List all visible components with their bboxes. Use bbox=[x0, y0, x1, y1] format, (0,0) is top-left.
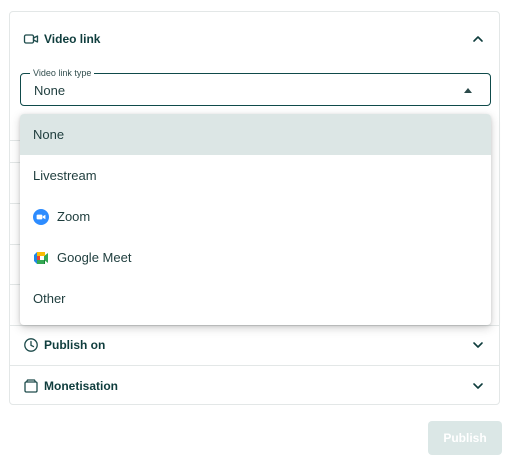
video-link-type-menu: None Livestream Zoom Google Meet Other bbox=[20, 114, 491, 325]
option-label: Zoom bbox=[57, 209, 91, 224]
option-livestream[interactable]: Livestream bbox=[20, 155, 491, 196]
google-meet-icon bbox=[34, 251, 48, 264]
publish-on-title: Publish on bbox=[44, 338, 106, 352]
hidden-row-divider bbox=[9, 244, 20, 245]
chevron-down-icon[interactable] bbox=[471, 379, 485, 393]
option-label: Other bbox=[33, 291, 66, 306]
wallet-icon bbox=[24, 379, 38, 393]
option-other[interactable]: Other bbox=[20, 278, 491, 319]
monetisation-section-header[interactable]: Monetisation bbox=[10, 366, 499, 406]
option-label: Google Meet bbox=[57, 250, 132, 265]
hidden-row-divider bbox=[9, 284, 20, 285]
option-none[interactable]: None bbox=[20, 114, 491, 155]
option-google-meet[interactable]: Google Meet bbox=[20, 237, 491, 278]
publish-on-section-header[interactable]: Publish on bbox=[10, 325, 499, 365]
hidden-row-divider bbox=[9, 162, 20, 163]
option-zoom[interactable]: Zoom bbox=[20, 196, 491, 237]
option-label: None bbox=[33, 127, 65, 142]
hidden-row-divider bbox=[9, 203, 20, 204]
zoom-icon bbox=[33, 208, 49, 225]
clock-icon bbox=[24, 338, 38, 352]
video-link-title: Video link bbox=[44, 32, 101, 46]
video-link-type-label: Video link type bbox=[30, 68, 95, 78]
chevron-down-icon[interactable] bbox=[471, 338, 485, 352]
video-link-section-header[interactable]: Video link bbox=[10, 19, 499, 59]
chevron-up-icon[interactable] bbox=[471, 32, 485, 46]
monetisation-title: Monetisation bbox=[44, 379, 118, 393]
video-camera-icon bbox=[23, 34, 39, 44]
publish-button[interactable]: Publish bbox=[428, 421, 502, 455]
video-link-type-value: None bbox=[34, 83, 66, 98]
option-label: Livestream bbox=[33, 168, 97, 183]
hidden-row-divider bbox=[9, 140, 20, 141]
caret-up-icon bbox=[464, 88, 472, 93]
